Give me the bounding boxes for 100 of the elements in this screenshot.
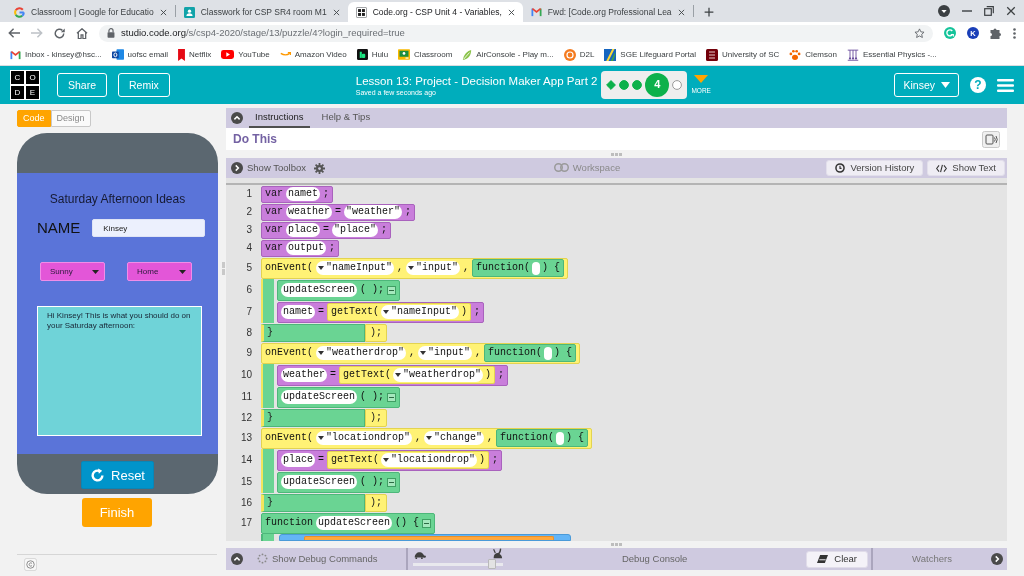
bookmark-link[interactable]: Amazon Video xyxy=(279,49,347,60)
ribbon-icon xyxy=(178,48,186,61)
back-icon[interactable] xyxy=(8,28,20,38)
bookmark-link[interactable]: Classroom xyxy=(398,49,453,60)
settings-icon[interactable] xyxy=(314,162,325,174)
workspace-button[interactable]: Show Text xyxy=(927,160,1005,176)
bookmark-link[interactable]: YouTube xyxy=(221,49,270,60)
dropdown-field[interactable]: "change" xyxy=(424,431,485,445)
caret-icon xyxy=(318,351,324,355)
close-icon[interactable] xyxy=(332,8,340,16)
bookmark-link[interactable]: Clemson xyxy=(789,48,837,61)
code-text: ) xyxy=(479,453,486,467)
grip-icon[interactable] xyxy=(611,152,622,156)
collapse-icon[interactable] xyxy=(231,112,243,124)
browser-tab[interactable]: Fwd: [Code.org Professional Lea xyxy=(522,2,693,22)
caret-icon xyxy=(179,269,186,274)
code-field[interactable]: place xyxy=(286,223,321,237)
dot-icon[interactable] xyxy=(619,80,630,90)
collapse-icon[interactable] xyxy=(231,553,243,565)
code-field[interactable]: updateScreen xyxy=(316,516,393,530)
diamond-icon[interactable] xyxy=(606,80,617,90)
code-text: = xyxy=(323,223,330,237)
browser-tab[interactable]: Classwork for CSP SR4 room M1 xyxy=(175,2,348,22)
code-field[interactable]: output xyxy=(286,241,327,255)
dot-icon[interactable] xyxy=(672,80,683,90)
line-number: 3 xyxy=(246,224,252,236)
dropdown-field[interactable]: "input" xyxy=(406,261,461,275)
dropdown-field[interactable]: "locationdrop" xyxy=(316,431,413,445)
new-tab-icon[interactable] xyxy=(703,7,714,17)
code-text: ; xyxy=(381,223,388,237)
bookmark-link[interactable]: Inbox - kinsey@hsc... xyxy=(10,49,102,60)
code-field[interactable]: namet xyxy=(286,187,321,201)
star-icon[interactable] xyxy=(914,27,925,39)
caret-icon xyxy=(395,373,402,377)
menu-icon[interactable] xyxy=(997,78,1014,92)
code-field[interactable]: updateScreen xyxy=(281,283,357,297)
name-input[interactable]: Kinsey xyxy=(92,219,206,238)
app-dropdown[interactable]: Sunny xyxy=(40,262,105,282)
code-field[interactable]: updateScreen xyxy=(281,390,357,404)
app-dropdown[interactable]: Home xyxy=(127,262,192,282)
line-number: 15 xyxy=(240,476,252,488)
code-field[interactable]: place xyxy=(281,453,315,467)
address-field[interactable]: studio.code.org/s/csp4-2020/stage/13/puzzle/4?login_required=true xyxy=(99,24,933,42)
code-text: var xyxy=(265,223,283,237)
code-field[interactable]: "place" xyxy=(332,223,379,237)
browser-tab[interactable]: Classroom | Google for Educatio xyxy=(6,2,175,22)
lesson-title: Lesson 13: Project - Decision Maker App Part 2 xyxy=(355,73,598,88)
instructions-tab[interactable]: Help & Tips xyxy=(315,108,377,128)
bookmark-link[interactable]: University of SC xyxy=(705,48,780,61)
close-icon[interactable] xyxy=(159,8,167,16)
grip-icon[interactable] xyxy=(611,543,622,546)
reload-icon[interactable] xyxy=(54,27,65,39)
logo-tile: D xyxy=(10,85,25,100)
bookmark-link[interactable]: D2L xyxy=(563,48,595,61)
dot-icon[interactable] xyxy=(632,80,643,90)
collapse-icon[interactable] xyxy=(387,477,397,487)
line-number: 4 xyxy=(246,242,252,254)
code-field[interactable]: weather xyxy=(286,205,333,219)
caret-icon xyxy=(426,436,433,440)
code-field[interactable]: "weather" xyxy=(344,205,403,219)
bookmark-link[interactable]: SGE Lifeguard Portal xyxy=(604,48,696,61)
restore-icon[interactable] xyxy=(984,6,994,16)
home-icon[interactable] xyxy=(76,27,88,39)
person-tile-icon xyxy=(183,6,195,18)
dropdown-field[interactable]: "weatherdrop" xyxy=(316,346,407,360)
dropdown-field[interactable]: "nameInput" xyxy=(316,261,395,275)
clear-button[interactable]: Clear xyxy=(806,550,868,568)
bookmark-link[interactable]: Netflix xyxy=(178,48,212,61)
show-toolbox-toggle[interactable]: Show Toolbox xyxy=(231,162,306,174)
dropdown-field[interactable]: "locationdrop" xyxy=(381,453,478,467)
collapse-icon[interactable] xyxy=(422,518,432,528)
bookmark-link[interactable]: uofsc email xyxy=(111,49,169,60)
browser-tab[interactable]: Code.org - CSP Unit 4 - Variables, xyxy=(347,2,523,22)
code-block: } xyxy=(261,493,365,512)
mode-tab[interactable]: Design xyxy=(50,110,91,127)
code-field[interactable]: updateScreen xyxy=(281,475,357,489)
close-icon[interactable] xyxy=(507,8,515,16)
more-icon[interactable] xyxy=(1013,27,1016,39)
block-arm xyxy=(261,279,274,323)
dropdown-circle-icon[interactable] xyxy=(938,5,950,17)
bookmark-link[interactable]: AirConsole - Play m... xyxy=(462,48,554,61)
copyright-icon[interactable] xyxy=(24,558,37,571)
collapse-icon[interactable] xyxy=(387,285,397,295)
code-field[interactable]: namet xyxy=(281,305,315,319)
dropdown-field[interactable]: "input" xyxy=(418,346,473,360)
collapse-icon[interactable] xyxy=(387,392,397,402)
code-field[interactable]: weather xyxy=(281,368,327,382)
workspace-button[interactable]: Version History xyxy=(826,160,924,176)
debug-commands-toggle[interactable]: Show Debug Commands xyxy=(257,553,378,565)
dropdown-field[interactable]: "nameInput" xyxy=(381,305,460,319)
bookmark-link[interactable]: Hulu xyxy=(356,49,389,60)
close-icon[interactable] xyxy=(677,8,685,16)
slider-thumb[interactable] xyxy=(488,559,497,569)
dropdown-field[interactable]: "weatherdrop" xyxy=(393,368,484,382)
speaker-icon[interactable] xyxy=(982,130,1000,148)
bookmark-link[interactable]: Essential Physics -... xyxy=(846,48,937,61)
expand-icon[interactable] xyxy=(991,553,1003,565)
puzzle-icon[interactable] xyxy=(990,27,1002,39)
block-arm xyxy=(261,449,274,493)
close-icon[interactable] xyxy=(1006,6,1016,16)
